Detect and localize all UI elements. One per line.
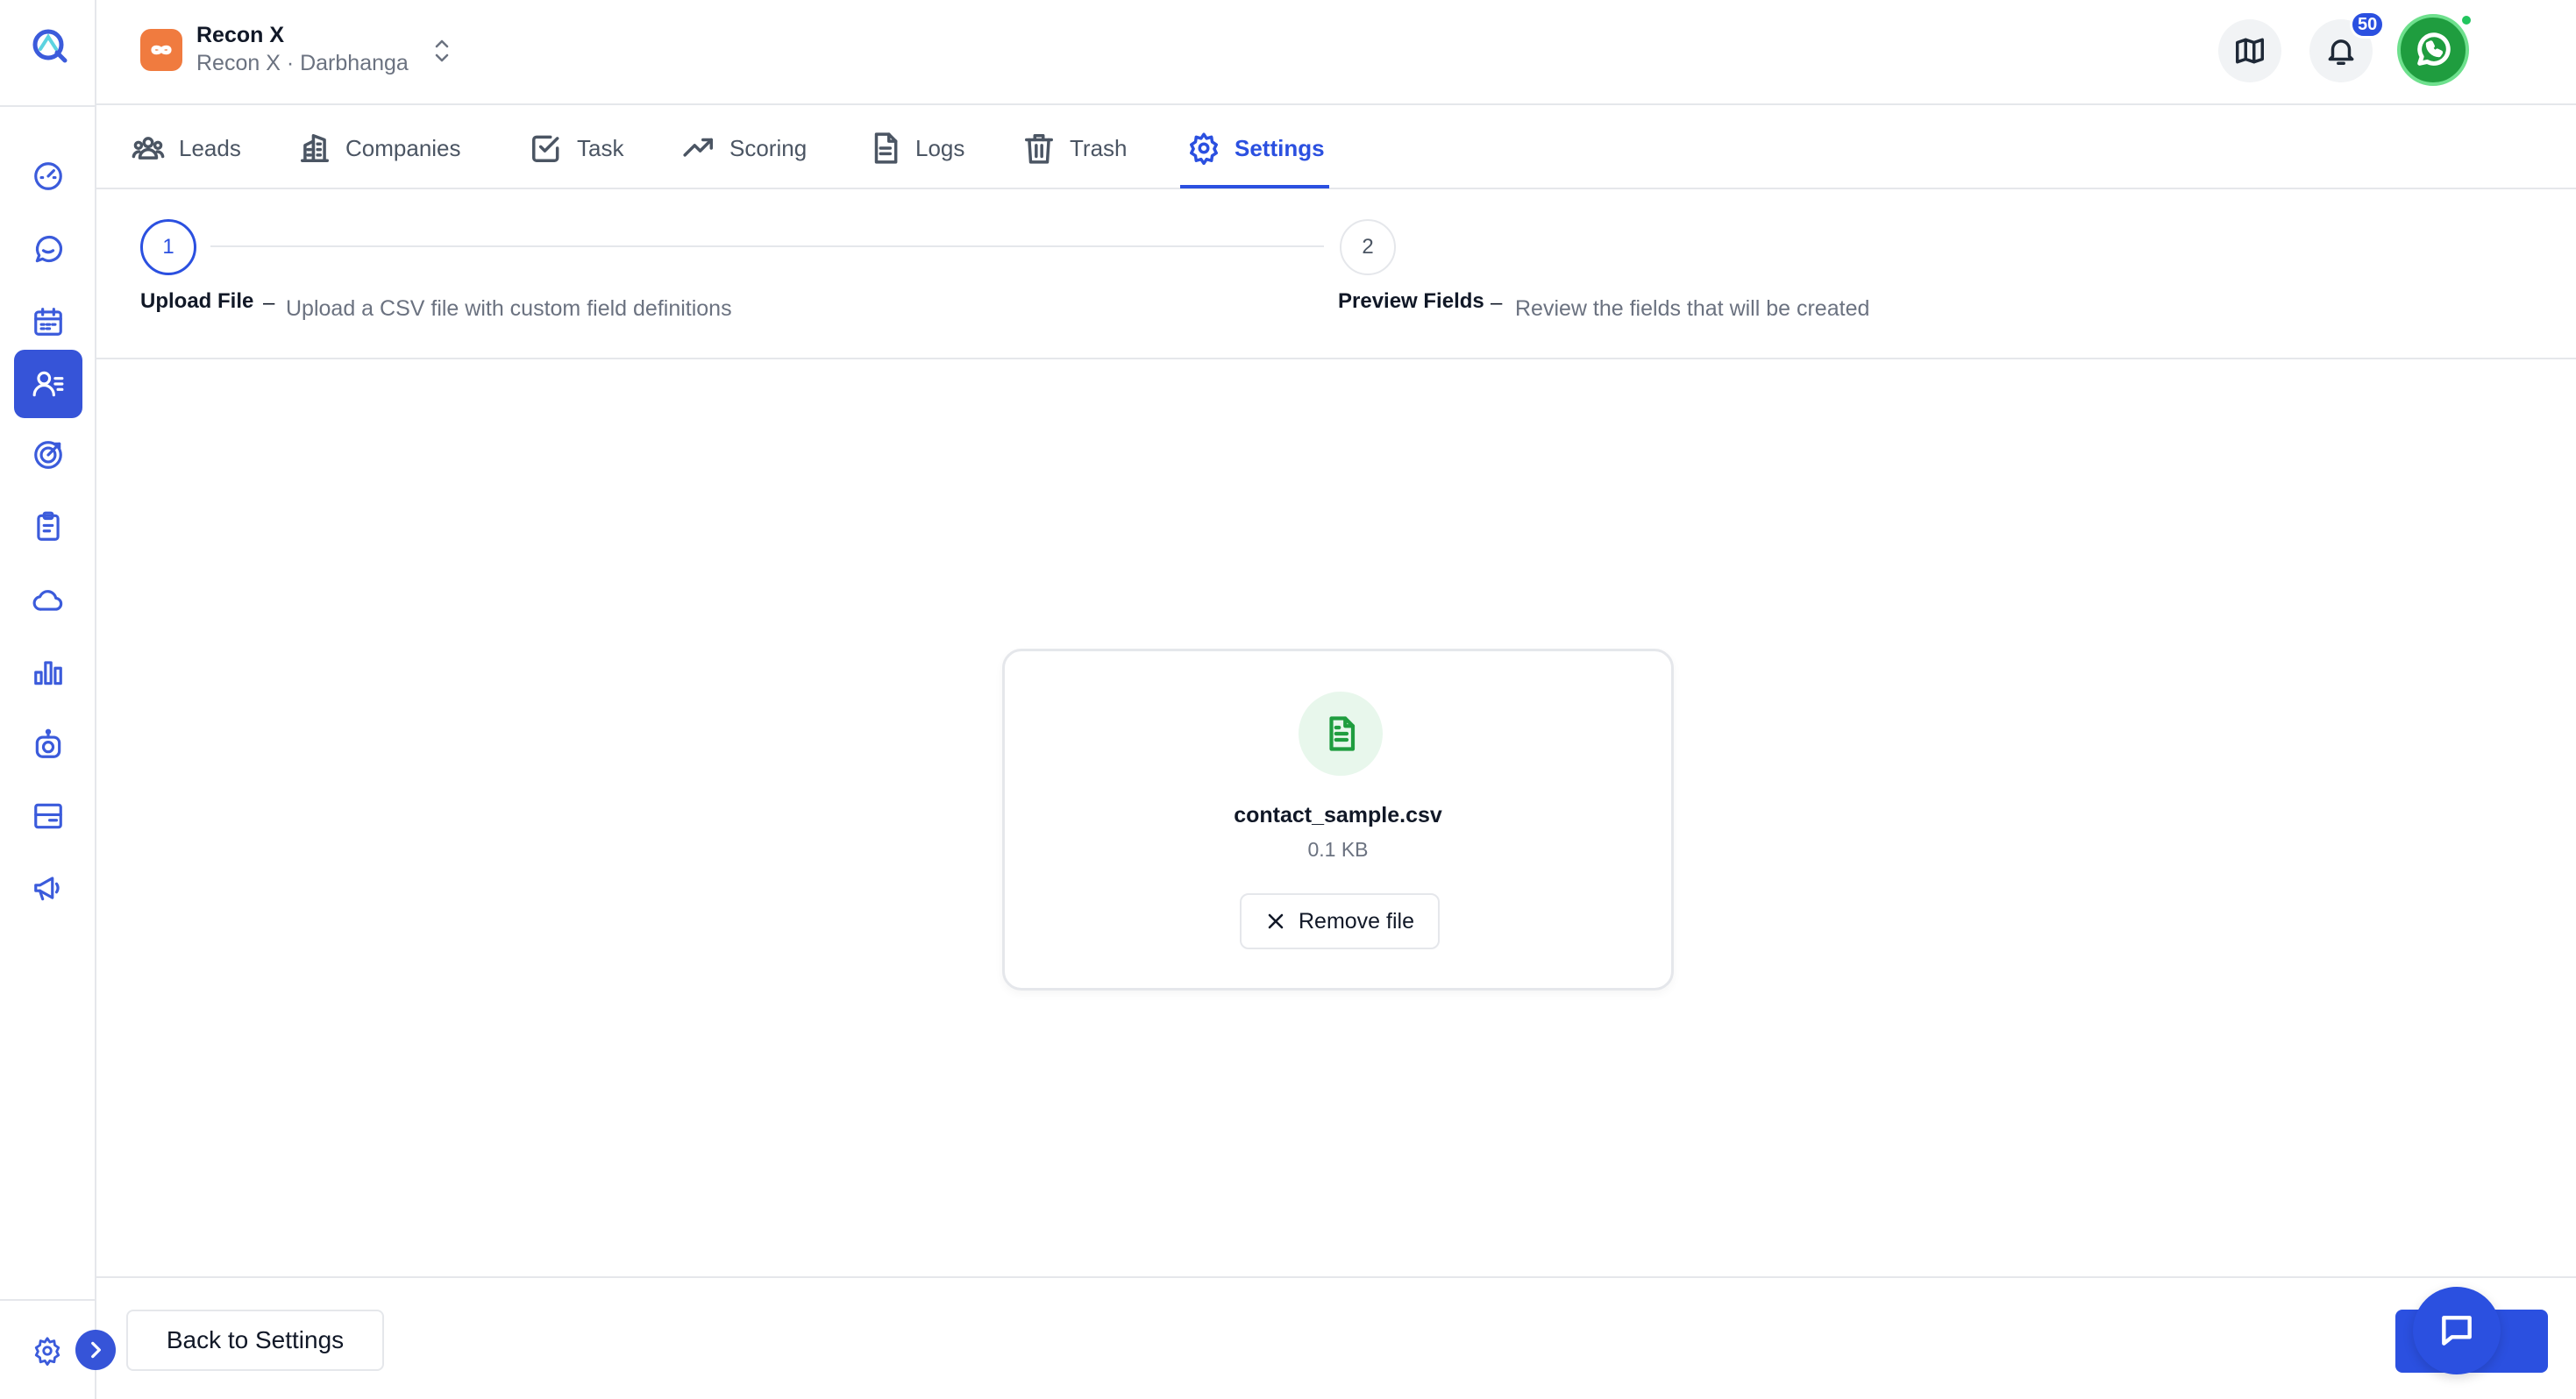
- step-1-indicator: 1: [140, 219, 196, 275]
- file-icon-container: [1299, 692, 1383, 776]
- tab-scoring[interactable]: Scoring: [682, 126, 807, 170]
- sidebar: [0, 0, 96, 1399]
- org-name: Recon X: [196, 23, 285, 47]
- tab-bar: Leads Companies Task Scoring Logs Trash …: [96, 107, 2576, 189]
- calendar-icon: [34, 308, 62, 336]
- sidebar-item-contacts[interactable]: [14, 350, 82, 418]
- document-icon: [874, 132, 898, 164]
- tab-task[interactable]: Task: [530, 126, 623, 170]
- tab-label: Trash: [1070, 134, 1128, 161]
- tab-label: Leads: [179, 134, 241, 161]
- sidebar-settings-button[interactable]: [30, 1333, 65, 1368]
- sidebar-item-target[interactable]: [14, 421, 82, 489]
- sidebar-divider: [0, 105, 96, 107]
- target-icon: [34, 441, 62, 469]
- sidebar-item-dashboard[interactable]: [14, 142, 82, 210]
- step-2-separator: –: [1491, 291, 1503, 315]
- org-switcher[interactable]: [430, 35, 454, 67]
- step-connector: [210, 245, 1324, 247]
- support-chat-button[interactable]: [2413, 1287, 2501, 1374]
- tab-label: Settings: [1235, 134, 1325, 161]
- close-icon: [1268, 913, 1284, 929]
- bar-chart-icon: [34, 661, 62, 685]
- users-icon: [132, 137, 165, 160]
- import-stepper: 1 Upload File – Upload a CSV file with c…: [96, 191, 2576, 359]
- tab-label: Scoring: [729, 134, 808, 161]
- map-icon: [2236, 38, 2264, 64]
- wizard-footer: Back to Settings Nex: [96, 1276, 2576, 1399]
- checkbox-icon: [532, 135, 559, 162]
- step-1-separator: –: [263, 291, 275, 315]
- sidebar-item-cloud[interactable]: [14, 565, 82, 634]
- sidebar-item-analytics[interactable]: [14, 638, 82, 707]
- sidebar-divider: [0, 1299, 96, 1301]
- gear-icon: [1190, 132, 1218, 165]
- step-2-description: Review the fields that will be created: [1515, 296, 1870, 321]
- trash-icon: [1025, 134, 1053, 164]
- top-header: Recon X Recon X · Darbhanga 50 AK: [96, 0, 2576, 105]
- megaphone-icon: [34, 877, 60, 901]
- message-icon: [2442, 1316, 2472, 1346]
- sidebar-item-chat[interactable]: [14, 216, 82, 284]
- robot-icon: [35, 728, 61, 758]
- clipboard-icon: [37, 511, 60, 541]
- step-1-description: Upload a CSV file with custom field defi…: [286, 296, 732, 321]
- trending-up-icon: [683, 138, 713, 157]
- whatsapp-button[interactable]: [2397, 14, 2469, 86]
- sidebar-item-inbox[interactable]: [14, 782, 82, 850]
- chevron-up-down-icon: [435, 39, 449, 62]
- sidebar-item-calendar[interactable]: [14, 288, 82, 356]
- cloud-icon: [32, 590, 63, 611]
- whatsapp-icon: [2417, 32, 2451, 66]
- back-to-settings-button[interactable]: Back to Settings: [126, 1310, 384, 1371]
- building-icon: [301, 134, 329, 162]
- chat-icon: [35, 236, 62, 263]
- step-1-title: Upload File: [140, 289, 254, 313]
- dashboard-icon: [34, 162, 62, 190]
- active-tab-indicator: [1180, 185, 1329, 188]
- sidebar-item-bot[interactable]: [14, 710, 82, 778]
- tab-logs[interactable]: Logs: [868, 126, 964, 170]
- contacts-icon: [32, 371, 64, 397]
- uploaded-file-card: contact_sample.csv 0.1 KB Remove file: [1002, 649, 1674, 991]
- tab-label: Task: [577, 134, 624, 161]
- bell-icon: [2328, 39, 2354, 65]
- org-logo-icon: [140, 29, 182, 71]
- sidebar-item-clipboard[interactable]: [14, 493, 82, 561]
- sidebar-item-campaigns[interactable]: [14, 854, 82, 922]
- step-2-indicator: 2: [1340, 219, 1396, 275]
- notifications-badge: 50: [2350, 11, 2386, 39]
- remove-file-label: Remove file: [1299, 908, 1414, 934]
- gear-icon: [34, 1337, 60, 1366]
- map-button[interactable]: [2218, 19, 2281, 82]
- tab-label: Logs: [915, 134, 965, 161]
- online-status-dot: [2460, 14, 2473, 26]
- sidebar-expand-button[interactable]: [75, 1330, 116, 1370]
- app-logo-icon[interactable]: [30, 25, 70, 65]
- tab-settings[interactable]: Settings: [1187, 126, 1325, 170]
- tab-leads[interactable]: Leads: [132, 126, 241, 170]
- inbox-icon: [34, 803, 62, 829]
- file-text-icon: [1329, 716, 1356, 751]
- file-name: contact_sample.csv: [1234, 803, 1442, 827]
- remove-file-button[interactable]: Remove file: [1240, 893, 1440, 949]
- org-subtitle: Recon X · Darbhanga: [196, 51, 409, 75]
- tab-companies[interactable]: Companies: [298, 126, 461, 170]
- tab-label: Companies: [345, 134, 461, 161]
- tab-trash[interactable]: Trash: [1022, 126, 1128, 170]
- file-size: 0.1 KB: [1307, 838, 1369, 861]
- step-2-title: Preview Fields: [1338, 289, 1484, 313]
- chevron-right-icon: [91, 1341, 101, 1359]
